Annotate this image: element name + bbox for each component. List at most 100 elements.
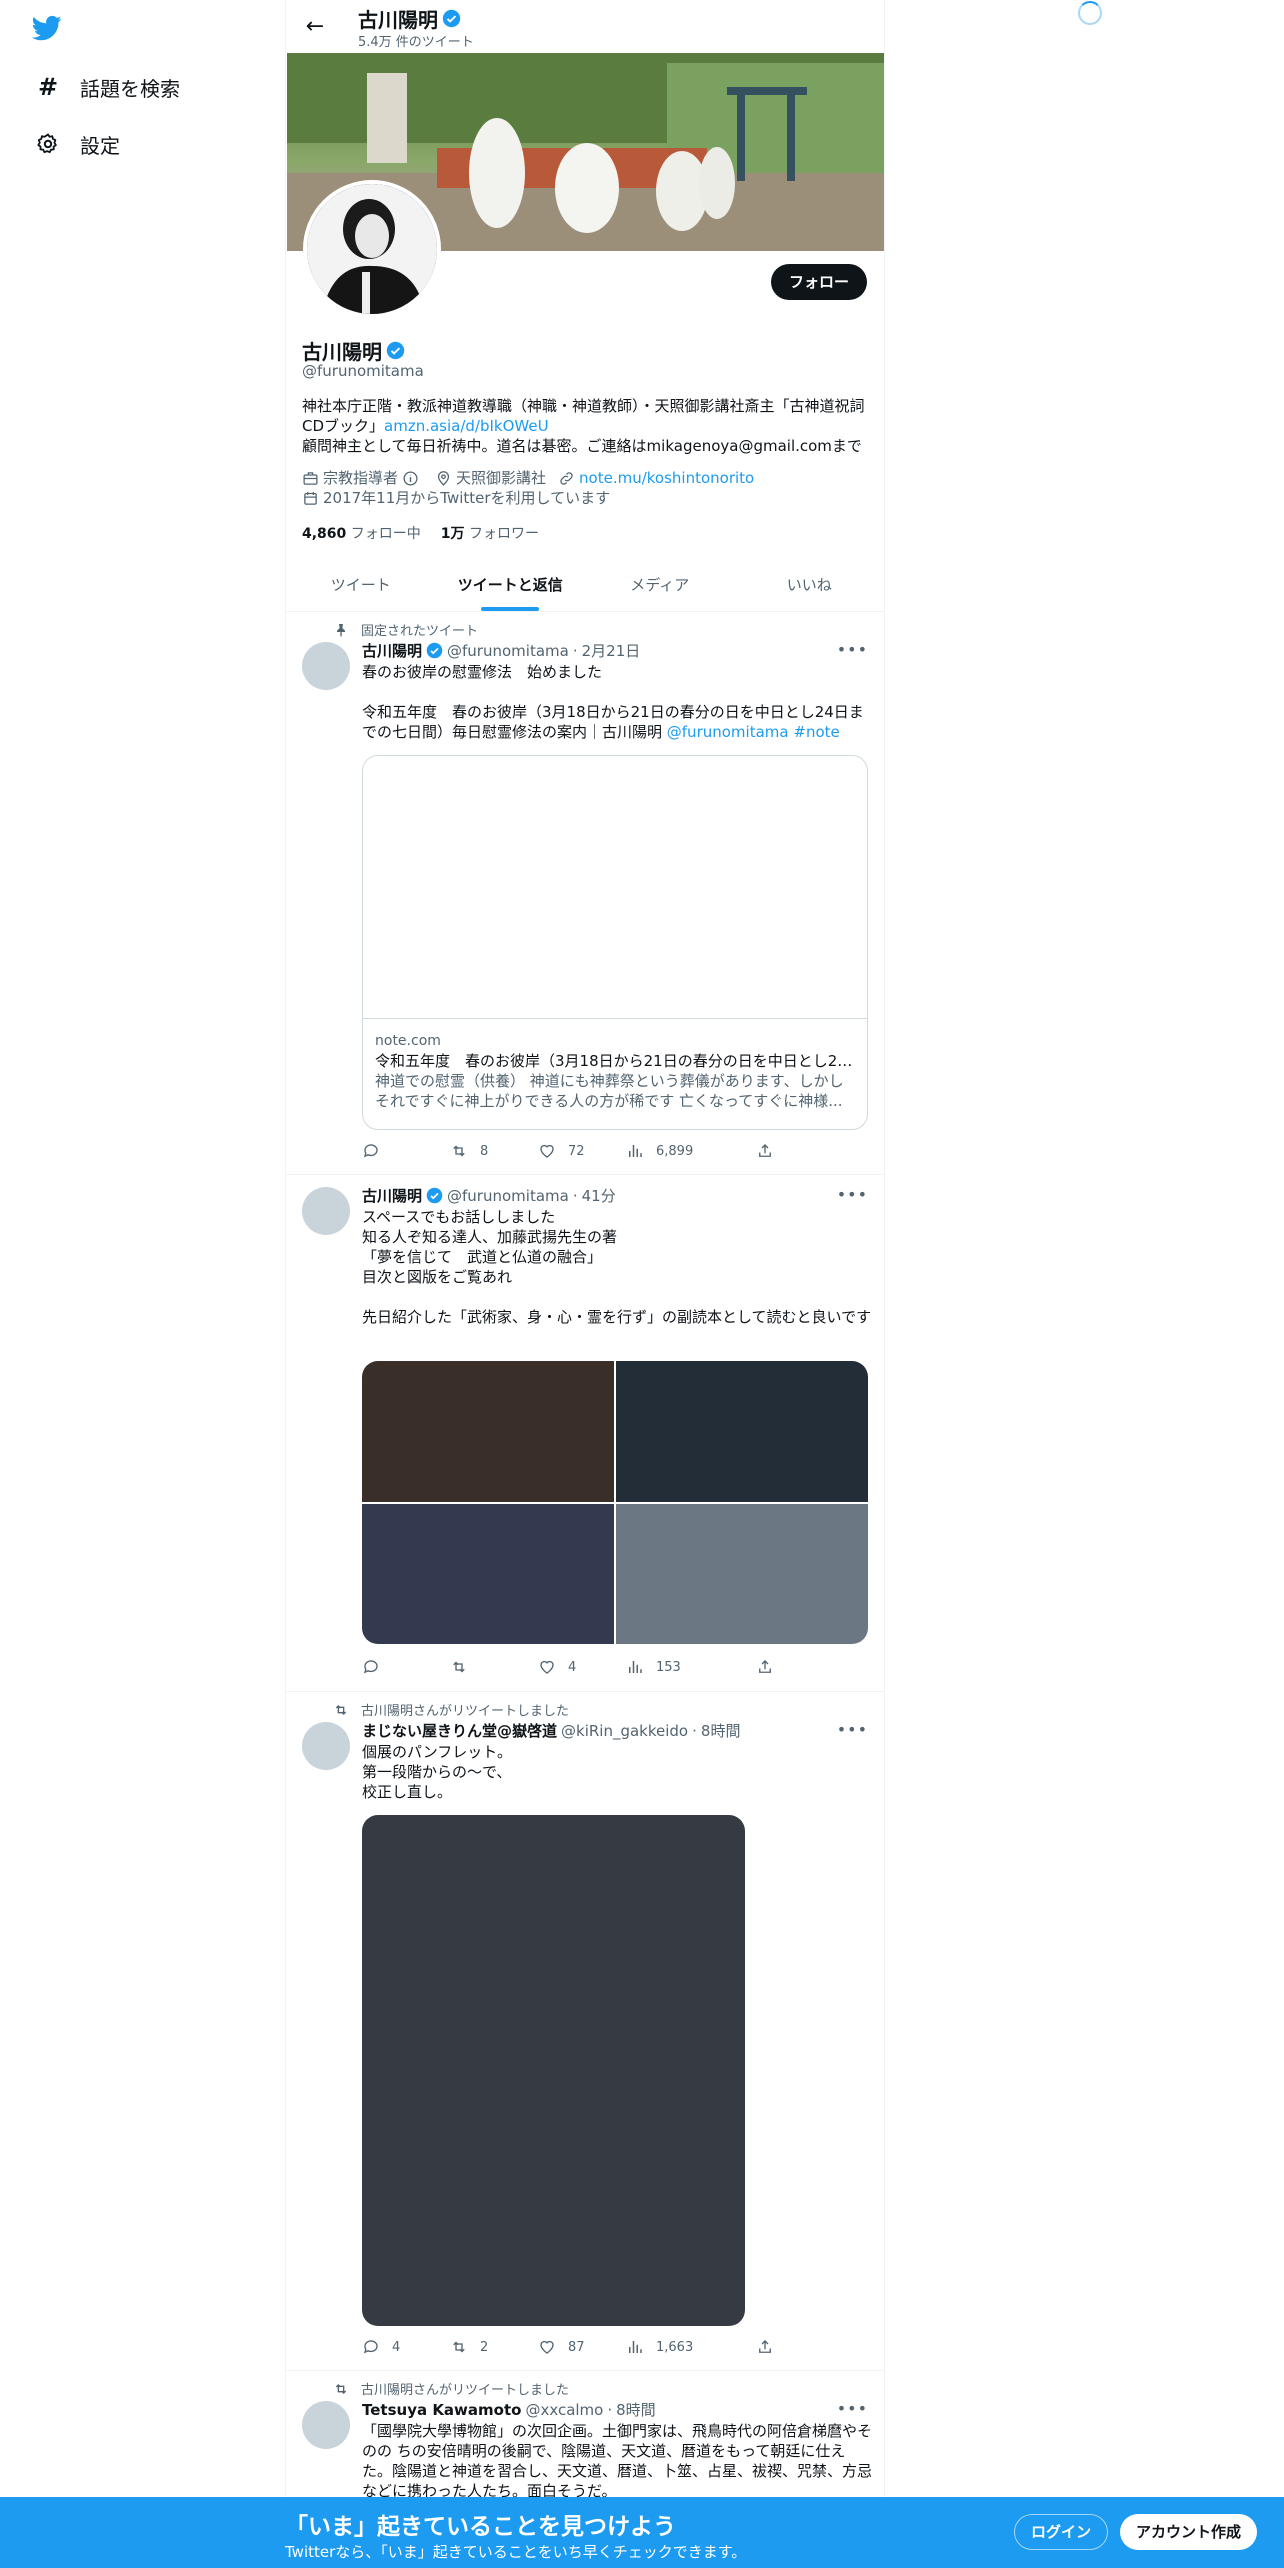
profile-tabs: ツイート ツイートと返信 メディア いいね [286, 559, 884, 612]
tweet-author-name[interactable]: Tetsuya Kawamoto [362, 2401, 521, 2419]
media-grid [362, 1361, 868, 1644]
profile-handle: @furunomitama [302, 362, 424, 380]
bio-link[interactable]: amzn.asia/d/bIkOWeU [384, 417, 549, 435]
retweet-icon [453, 2341, 465, 2353]
tweet-actions: 8 72 6,899 [362, 1142, 802, 1162]
profile-website: note.mu/koshintonorito [558, 468, 754, 488]
media-image[interactable] [362, 1503, 614, 1644]
retweet-icon [335, 1704, 347, 1715]
retweet-count: 2 [480, 2339, 489, 2355]
following-count: 4,860 [302, 526, 347, 542]
avatar[interactable] [302, 1722, 350, 1770]
avatar[interactable] [302, 2401, 350, 2449]
avatar[interactable] [302, 642, 350, 690]
share-button[interactable] [756, 1658, 786, 1676]
retweeted-by-label[interactable]: 古川陽明さんがリツイートしました [361, 1700, 569, 1719]
more-icon[interactable]: ••• [837, 1720, 868, 1739]
retweet-button[interactable] [450, 1658, 480, 1676]
pinned-label: 固定されたツイート [361, 624, 479, 639]
views-button[interactable]: 1,663 [626, 2338, 693, 2356]
profile-name: 古川陽明 [302, 336, 405, 365]
follow-button[interactable]: フォロー [770, 264, 867, 300]
retweeted-by-label[interactable]: 古川陽明さんがリツイートしました [361, 2379, 569, 2398]
back-arrow-icon[interactable]: ← [300, 12, 330, 42]
tweet-author-handle[interactable]: @furunomitama [447, 1187, 569, 1205]
tweet-time[interactable]: 41分 [582, 1185, 616, 1206]
tweet-author-handle[interactable]: @xxcalmo [525, 2401, 603, 2419]
reply-icon [363, 2340, 378, 2354]
avatar[interactable] [302, 1187, 350, 1235]
more-icon[interactable]: ••• [837, 640, 868, 659]
followers-link[interactable]: 1万 フォロワー [441, 523, 539, 543]
tweet-author-name[interactable]: 古川陽明 [362, 640, 422, 661]
bio-text-2: 顧問神主として毎日祈祷中。道名は碁密。ご連絡はmikagenoya@gmail.… [302, 437, 862, 455]
card-description: 神道での慰霊（供養） 神道にも神葬祭という葬儀があります、しかしそれですぐに神上… [375, 1072, 844, 1110]
signup-button[interactable]: アカウント作成 [1120, 2514, 1258, 2550]
media-image[interactable] [362, 1361, 614, 1502]
reply-count: 4 [392, 2339, 401, 2355]
following-link[interactable]: 4,860 フォロー中 [302, 523, 421, 543]
login-button[interactable]: ログイン [1014, 2514, 1109, 2550]
tweet-text-body: 春のお彼岸の慰霊修法 始めました 令和五年度 春のお彼岸（3月18日から21日の… [362, 663, 864, 741]
card-title: 令和五年度 春のお彼岸（3月18日から21日の春分の日を中日とし24日までの七日… [375, 1052, 855, 1070]
tweet-author-handle[interactable]: @kiRin_gakkeido [561, 1722, 688, 1740]
retweet-button[interactable]: 8 [450, 1142, 488, 1160]
tab-tweets[interactable]: ツイート [286, 559, 436, 611]
tweet-time[interactable]: 2月21日 [582, 640, 641, 661]
nav-settings[interactable]: 設定 [34, 126, 120, 162]
nav-explore[interactable]: # 話題を検索 [34, 69, 180, 105]
prompt-title: 「いま」起きていることを見つけよう [285, 2514, 676, 2540]
tweet-context: 古川陽明さんがリツイートしました [333, 2379, 569, 2398]
calendar-icon [304, 491, 317, 505]
tweet-text: 春のお彼岸の慰霊修法 始めました 令和五年度 春のお彼岸（3月18日から21日の… [362, 662, 872, 742]
profile-avatar[interactable] [303, 180, 441, 318]
reply-button[interactable]: 4 [362, 2338, 400, 2356]
tab-likes[interactable]: いいね [735, 559, 885, 611]
media-image[interactable] [362, 1815, 745, 2326]
tweet[interactable]: 古川陽明 @furunomitama · 41分 ••• スペースでもお話ししま… [286, 1175, 884, 1692]
tweet-header: まじない屋きりん堂@嶽啓道 @kiRin_gakkeido · 8時間 [362, 1720, 740, 1741]
tweet-context: 固定されたツイート [333, 620, 478, 639]
reply-button[interactable] [362, 1658, 392, 1676]
more-icon[interactable]: ••• [837, 2399, 868, 2418]
views-button[interactable]: 153 [626, 1658, 681, 1676]
tweet[interactable]: 古川陽明さんがリツイートしました まじない屋きりん堂@嶽啓道 @kiRin_ga… [286, 1692, 884, 2371]
like-button[interactable]: 72 [538, 1142, 585, 1160]
tweet-header: Tetsuya Kawamoto @xxcalmo · 8時間 [362, 2399, 656, 2420]
joined-text: 2017年11月からTwitterを利用しています [323, 489, 611, 507]
briefcase-icon [303, 471, 318, 485]
hashtag-link[interactable]: #note [793, 723, 839, 741]
tweet[interactable]: 固定されたツイート 古川陽明 @furunomitama · 2月21日 •••… [286, 612, 884, 1175]
tab-media[interactable]: メディア [585, 559, 735, 611]
info-icon[interactable] [402, 470, 419, 487]
views-chart-icon [629, 1145, 642, 1157]
more-icon[interactable]: ••• [837, 1185, 868, 1204]
twitter-logo-icon[interactable] [30, 13, 66, 43]
profile-joined: 2017年11月からTwitterを利用しています [302, 488, 610, 508]
link-card[interactable]: note.com 令和五年度 春のお彼岸（3月18日から21日の春分の日を中日と… [362, 755, 868, 1130]
share-icon [759, 1144, 771, 1157]
share-button[interactable] [756, 1142, 786, 1160]
like-button[interactable]: 4 [538, 1658, 576, 1676]
tweet-author-handle[interactable]: @furunomitama [447, 642, 569, 660]
media-image[interactable] [616, 1361, 868, 1502]
views-button[interactable]: 6,899 [626, 1142, 693, 1160]
retweet-icon [453, 1661, 465, 1673]
media-image[interactable] [616, 1503, 868, 1644]
profile-meta: 宗教指導者 天照御影講社 note.mu/koshintonorito 2017… [302, 468, 872, 508]
retweet-button[interactable]: 2 [450, 2338, 488, 2356]
tweet-author-name[interactable]: まじない屋きりん堂@嶽啓道 [362, 1720, 557, 1741]
reply-button[interactable] [362, 1142, 392, 1160]
like-button[interactable]: 87 [538, 2338, 585, 2356]
like-count: 87 [568, 2339, 585, 2355]
tweet-time[interactable]: 8時間 [616, 2399, 656, 2420]
tweet-author-name[interactable]: 古川陽明 [362, 1185, 422, 1206]
tweet-text: スペースでもお話ししました 知る人ぞ知る達人、加藤武揚先生の著 「夢を信じて 武… [362, 1208, 872, 1326]
share-button[interactable] [756, 2338, 786, 2356]
tweet-time[interactable]: 8時間 [701, 1720, 741, 1741]
website-link[interactable]: note.mu/koshintonorito [579, 468, 754, 488]
tab-tweets-and-replies[interactable]: ツイートと返信 [436, 559, 586, 611]
verified-badge-icon [426, 1187, 443, 1204]
nav-settings-label: 設定 [80, 133, 120, 158]
mention-link[interactable]: @furunomitama [667, 723, 789, 741]
